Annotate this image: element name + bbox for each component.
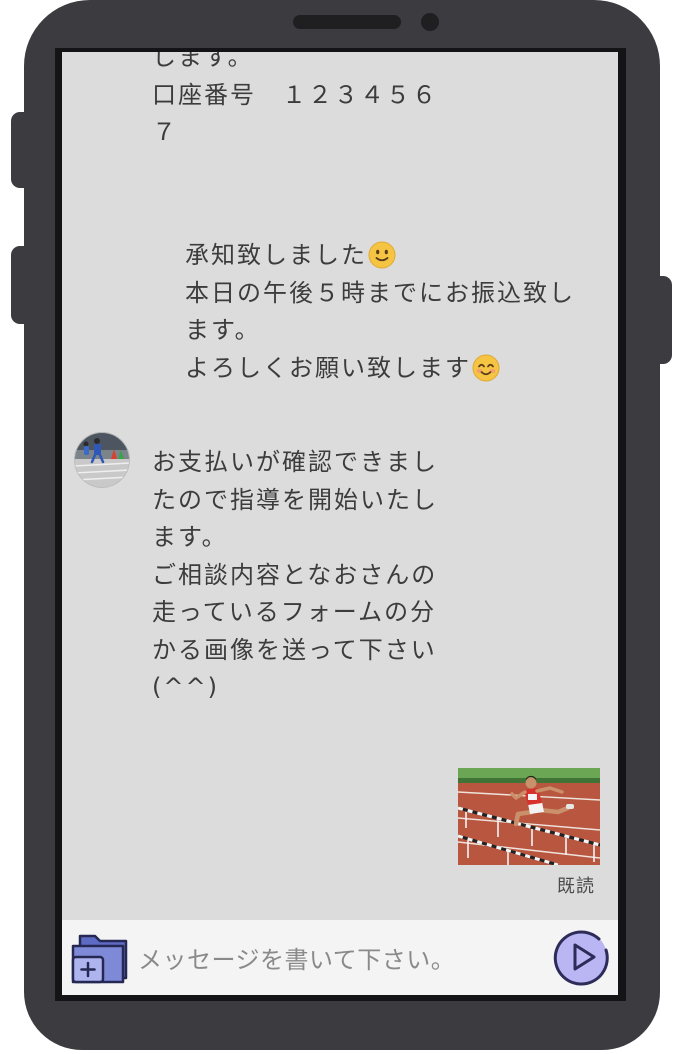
chat-area[interactable]: します。 口座番号 １２３４５６ ７ 承知致しました 本日の午後５時までにお振込… (62, 52, 618, 920)
message-incoming: お支払いが確認できまし たので指導を開始いたし ます。 ご相談内容となおさんの … (152, 444, 438, 707)
message-incoming: します。 口座番号 １２３４５６ ７ (152, 52, 438, 152)
send-play-icon (553, 930, 609, 986)
message-line-text: よろしくお願い致します (185, 353, 471, 382)
message-line: (^^) (152, 673, 219, 701)
smiling-face-with-smiling-eyes-icon (472, 354, 500, 381)
message-line: ます。 (185, 316, 261, 344)
speaker-grille (293, 15, 401, 29)
message-line: 走っているフォームの分 (152, 598, 437, 626)
message-line: よろしくお願い致します (185, 350, 575, 388)
message-line: たので指導を開始いたし (152, 485, 438, 514)
message-line: します。 (152, 52, 254, 71)
message-line: 本日の午後５時までにお振込致し (185, 278, 575, 307)
message-line: ご相談内容となおさんの (152, 560, 438, 589)
input-bar (62, 920, 618, 995)
front-camera (421, 13, 439, 31)
message-line: ７ (152, 118, 178, 146)
folder-plus-icon (71, 934, 128, 984)
message-line: お支払いが確認できまし (152, 448, 438, 476)
photo-message[interactable] (458, 768, 600, 865)
message-line: 口座番号 １２３４５６ (152, 80, 438, 109)
message-outgoing: 承知致しました 本日の午後５時までにお振込致し ます。 よろしくお願い致します (185, 237, 575, 387)
read-receipt: 既読 (557, 876, 595, 897)
message-input[interactable] (138, 940, 543, 980)
slightly-smiling-face-icon (368, 241, 396, 269)
attach-button[interactable] (68, 931, 130, 986)
message-line: ます。 (152, 523, 228, 551)
avatar[interactable] (74, 432, 130, 488)
message-line: 承知致しました (185, 237, 575, 275)
screen: します。 口座番号 １２３４５６ ７ 承知致しました 本日の午後５時までにお振込… (62, 52, 618, 995)
send-button[interactable] (552, 928, 610, 986)
message-line: かる画像を送って下さい (152, 635, 437, 664)
message-line-text: 承知致しました (185, 241, 367, 269)
